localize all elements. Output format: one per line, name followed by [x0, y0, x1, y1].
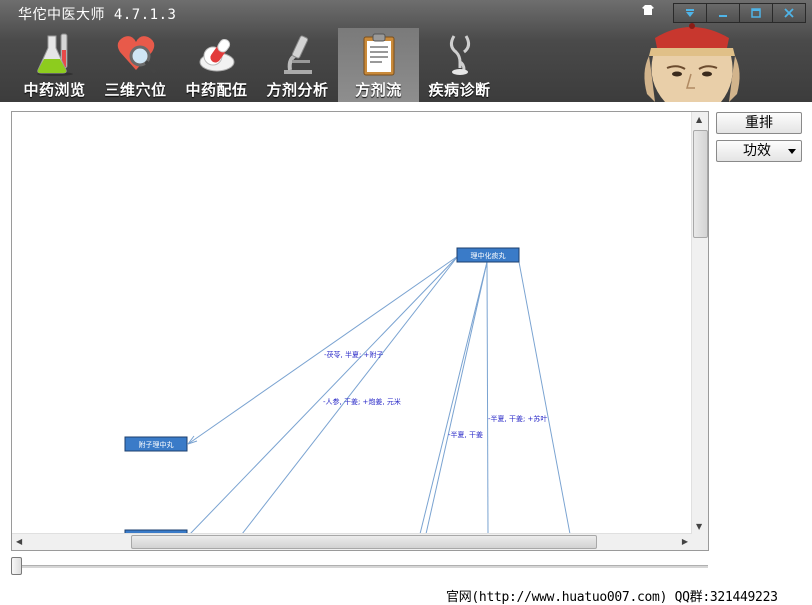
maximize-button[interactable]: [740, 3, 773, 23]
horizontal-scroll-thumb[interactable]: [131, 535, 597, 549]
minimize-icon: [719, 15, 727, 17]
edge-label: -半夏, 干姜; +苏叶: [488, 414, 547, 423]
heart-magnifier-icon: [117, 36, 156, 73]
diagram-edge: [189, 255, 459, 534]
footer-info: 官网(http://www.huatuo007.com) QQ群:3214492…: [446, 590, 778, 605]
function-dropdown[interactable]: 功效: [716, 140, 802, 162]
minimize-button[interactable]: [707, 3, 740, 23]
edge-label: -人参, 干姜; +炮姜, 元米: [323, 397, 401, 406]
tab-herb-pairing[interactable]: 中药配伍: [176, 28, 257, 102]
horizontal-scrollbar[interactable]: ◀ ▶: [12, 533, 692, 550]
flask-icon: [37, 33, 73, 76]
scrollbar-corner: [692, 534, 708, 550]
rearrange-button[interactable]: 重排: [716, 112, 802, 134]
diagram-edge: [419, 261, 488, 534]
clipboard-icon: [363, 33, 395, 76]
vertical-scrollbar[interactable]: ▲ ▼: [691, 112, 708, 534]
prescription-flow-canvas[interactable]: -茯苓, 半夏; +附子 -人参, 干姜; +炮姜, 元米 -半夏, 干姜 -半…: [11, 111, 709, 551]
diagram-edge: [486, 261, 489, 534]
window-controls: [673, 3, 806, 23]
app-title: 华佗中医大师 4.7.1.3: [18, 7, 177, 23]
skin-icon[interactable]: [642, 5, 654, 15]
menu-down-icon: [686, 9, 694, 17]
diagram-edge: [241, 255, 459, 534]
close-icon: [784, 8, 794, 18]
diagram-edge: [187, 255, 459, 445]
tab-label: 中药配伍: [185, 81, 248, 99]
tab-label: 方剂分析: [266, 81, 329, 99]
node-label: 附子理中丸: [139, 440, 174, 449]
tab-label: 三维穴位: [104, 81, 167, 99]
scroll-right-icon[interactable]: ▶: [682, 537, 688, 546]
function-dropdown-value: 功效: [743, 143, 771, 159]
maximize-icon: [751, 8, 761, 18]
tab-prescription-flow[interactable]: 方剂流: [338, 28, 419, 102]
prescription-flow-diagram: -茯苓, 半夏; +附子 -人参, 干姜; +炮姜, 元米 -半夏, 干姜 -半…: [124, 247, 571, 534]
scroll-down-icon[interactable]: ▼: [696, 522, 702, 531]
diagram-edge: [425, 261, 488, 534]
main-tabs: 中药浏览 三维穴位 中药配伍 方剂分析 方剂流 疾病诊断: [14, 28, 500, 102]
tab-label: 疾病诊断: [428, 81, 491, 99]
tab-prescription-analysis[interactable]: 方剂分析: [257, 28, 338, 102]
zoom-slider-track[interactable]: [11, 565, 708, 568]
scroll-left-icon[interactable]: ◀: [16, 537, 22, 546]
edge-label: -半夏, 干姜: [448, 430, 483, 439]
edge-label: -茯苓, 半夏; +附子: [324, 350, 383, 359]
tab-disease-diagnosis[interactable]: 疾病诊断: [419, 28, 500, 102]
diagram-node[interactable]: 理中化痰丸: [456, 247, 520, 263]
diagram-node[interactable]: 附子理中丸: [124, 436, 188, 452]
chevron-down-icon: [788, 149, 796, 154]
tab-label: 方剂流: [355, 81, 402, 99]
tab-herb-browse[interactable]: 中药浏览: [14, 28, 95, 102]
vertical-scroll-thumb[interactable]: [693, 130, 708, 238]
huatuo-portrait-image: [644, 23, 740, 102]
scroll-up-icon[interactable]: ▲: [696, 115, 702, 124]
close-button[interactable]: [773, 3, 806, 23]
arrow-head-icon: [187, 435, 198, 445]
menu-button[interactable]: [673, 3, 707, 23]
tab-3d-acupoints[interactable]: 三维穴位: [95, 28, 176, 102]
zoom-slider-thumb[interactable]: [11, 557, 22, 575]
stethoscope-icon: [449, 35, 471, 75]
title-bar: 华佗中医大师 4.7.1.3 中药浏览 三维穴位 中药配伍 方剂分析 方剂流 疾…: [0, 0, 812, 102]
content-area: -茯苓, 半夏; +附子 -人参, 干姜; +炮姜, 元米 -半夏, 干姜 -半…: [0, 102, 812, 605]
microscope-icon: [284, 35, 312, 74]
tab-label: 中药浏览: [23, 81, 86, 99]
diagram-edge: [518, 261, 571, 534]
pills-icon: [199, 38, 235, 72]
node-label: 理中化痰丸: [471, 251, 506, 260]
